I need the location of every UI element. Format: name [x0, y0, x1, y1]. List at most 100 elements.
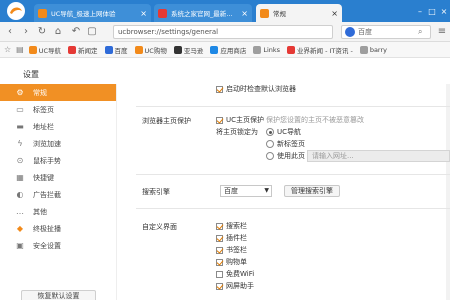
radio-new-tab[interactable] — [266, 140, 274, 148]
bookmark-item[interactable]: Links — [253, 45, 280, 54]
bookmark-folder-icon[interactable]: ▤ — [16, 45, 24, 54]
search-bar-checkbox[interactable] — [216, 222, 223, 230]
uc-logo-icon[interactable] — [5, 1, 27, 21]
star-icon[interactable]: ☆ — [4, 45, 11, 54]
sidebar-item-tabs[interactable]: ▭ 标签页 — [0, 101, 116, 118]
bookmark-item[interactable]: 新闻定 — [68, 45, 98, 55]
search-engine-icon[interactable] — [345, 27, 355, 37]
bookmark-item[interactable]: 亚马逊 — [173, 45, 203, 55]
screen-assistant-checkbox[interactable] — [216, 282, 223, 290]
bookmark-favicon-icon — [359, 45, 368, 54]
settings-sidebar: ⚙ 常规 ▭ 标签页 ▬ 地址栏 ϟ 浏览加速 ⊙ 鼠标手势 ▦ 快捷键 ◐ 广… — [0, 84, 116, 300]
close-tab-icon[interactable]: × — [140, 9, 147, 18]
sidebar-item-label: 终极扯播 — [33, 224, 61, 233]
menu-icon[interactable]: ≡ — [436, 26, 448, 38]
minimize-icon[interactable]: – — [414, 7, 426, 16]
sidebar-item-label: 地址栏 — [33, 122, 54, 131]
plugin-bar-checkbox[interactable] — [216, 234, 223, 242]
default-browser-label: 启动时检查默认浏览器 — [226, 85, 296, 93]
homepage-option-uc[interactable]: UC导航 — [266, 127, 301, 137]
homepage-set-label: 将主页锁定为 — [216, 128, 258, 136]
lightning-icon: ϟ — [17, 139, 23, 148]
maximize-icon[interactable]: □ — [426, 7, 438, 16]
homepage-option-newtab[interactable]: 新标签页 — [266, 139, 305, 149]
radio-label: UC导航 — [277, 128, 302, 136]
manage-search-engines-button[interactable]: 管理搜索引擎 — [284, 185, 340, 197]
shield-icon: ▣ — [16, 241, 24, 250]
sidebar-item-mouse-gestures[interactable]: ⊙ 鼠标手势 — [0, 152, 116, 169]
sidebar-item-label: 常规 — [33, 88, 47, 97]
search-icon[interactable]: ⌕ — [418, 27, 430, 37]
interface-option[interactable]: 免费WiFi — [216, 269, 254, 279]
bookmarks-bar: ☆ ▤ UC导航 新闻定 百度 UC购物 亚马逊 应用商店 Links 业界新闻… — [0, 42, 450, 58]
close-window-icon[interactable]: × — [438, 7, 450, 16]
bookmark-item[interactable]: UC购物 — [134, 45, 167, 55]
sidebar-item-cast[interactable]: ◆ 终极扯播 — [0, 220, 116, 237]
uc-protect-label: UC主页保护 — [226, 116, 265, 124]
close-tab-icon[interactable]: × — [331, 9, 338, 18]
radio-use-this-page[interactable] — [266, 152, 274, 160]
keyboard-icon: ▦ — [16, 173, 24, 182]
checkbox-label: 插件栏 — [226, 234, 247, 242]
back-icon[interactable]: ‹ — [4, 26, 16, 38]
bookmark-item[interactable]: 应用商店 — [210, 45, 246, 55]
checkbox-label: 网屏助手 — [226, 282, 254, 290]
uc-protect-row[interactable]: UC主页保护 保护您设置的主页不被恶意篡改 — [216, 115, 364, 125]
search-engine-select[interactable]: 百度 ▼ — [220, 185, 272, 197]
refresh-icon[interactable]: ↻ — [36, 26, 48, 38]
bookmark-item[interactable]: barry — [359, 45, 387, 54]
shopping-list-checkbox[interactable] — [216, 258, 223, 266]
tab-settings[interactable]: 常规 × — [256, 4, 342, 22]
radio-uc-nav[interactable] — [266, 128, 274, 136]
bookmark-item[interactable]: 业界新闻 - IT资讯 - — [287, 45, 353, 55]
divider — [136, 174, 450, 175]
radio-label: 使用此页 — [277, 152, 305, 160]
bookmark-item[interactable]: 百度 — [104, 45, 128, 55]
tab-system-home[interactable]: 系统之家官网_最新Ghost XP Sp3系统 × — [154, 4, 252, 22]
ad-block-icon: ◐ — [16, 190, 24, 199]
sidebar-item-other[interactable]: … 其他 — [0, 203, 116, 220]
radio-label: 新标签页 — [277, 140, 305, 148]
interface-option[interactable]: 搜索栏 — [216, 221, 247, 231]
search-engine-value: 百度 — [224, 187, 238, 195]
default-browser-row[interactable]: 启动时检查默认浏览器 — [216, 84, 296, 94]
tab-favicon-icon — [260, 8, 269, 18]
bookmark-favicon-icon — [68, 45, 77, 54]
sidebar-item-shortcuts[interactable]: ▦ 快捷键 — [0, 169, 116, 186]
bookmark-favicon-icon — [287, 45, 296, 54]
restore-defaults-button[interactable]: 恢复默认设置 — [21, 290, 96, 300]
search-section-label: 搜索引擎 — [142, 188, 170, 196]
scrollbar[interactable] — [446, 84, 450, 300]
homepage-option-custom[interactable]: 使用此页 — [266, 151, 305, 161]
tab-label: 常规 — [273, 10, 286, 18]
forward-icon[interactable]: › — [20, 26, 32, 38]
bookmark-bar-checkbox[interactable] — [216, 246, 223, 254]
interface-option[interactable]: 书签栏 — [216, 245, 247, 255]
undo-icon[interactable]: ↶ — [70, 26, 82, 38]
search-box[interactable]: 百度 ⌕ — [341, 25, 431, 39]
uc-protect-checkbox[interactable] — [216, 116, 223, 124]
interface-option[interactable]: 网屏助手 — [216, 281, 254, 291]
page-title: 设置 — [23, 70, 39, 79]
bookmark-favicon-icon — [253, 45, 262, 54]
tab-uc-nav[interactable]: UC导航_极速上网体验 × — [34, 4, 151, 22]
default-browser-checkbox[interactable] — [216, 85, 223, 93]
bookmark-favicon-icon — [210, 45, 219, 54]
bookmark-item[interactable]: UC导航 — [28, 45, 61, 55]
homepage-url-input[interactable]: 请输入网址... — [307, 150, 450, 162]
sidebar-item-general[interactable]: ⚙ 常规 — [0, 84, 116, 101]
bookmark-favicon-icon — [104, 45, 113, 54]
divider — [136, 106, 450, 107]
address-input[interactable]: ucbrowser://settings/general — [113, 25, 333, 39]
sidebar-item-acceleration[interactable]: ϟ 浏览加速 — [0, 135, 116, 152]
home-icon[interactable]: ⌂ — [52, 26, 64, 38]
tab-strip: UC导航_极速上网体验 × 系统之家官网_最新Ghost XP Sp3系统 × … — [0, 0, 450, 22]
sidebar-item-ad-block[interactable]: ◐ 广告拦截 — [0, 186, 116, 203]
tab-label: 系统之家官网_最新Ghost XP Sp3系统 — [171, 10, 237, 18]
sidebar-item-address-bar[interactable]: ▬ 地址栏 — [0, 118, 116, 135]
interface-option[interactable]: 插件栏 — [216, 233, 247, 243]
free-wifi-checkbox[interactable] — [216, 270, 223, 278]
sidebar-item-security[interactable]: ▣ 安全设置 — [0, 237, 116, 254]
close-tab-icon[interactable]: × — [241, 9, 248, 18]
interface-option[interactable]: 购物单 — [216, 257, 247, 267]
